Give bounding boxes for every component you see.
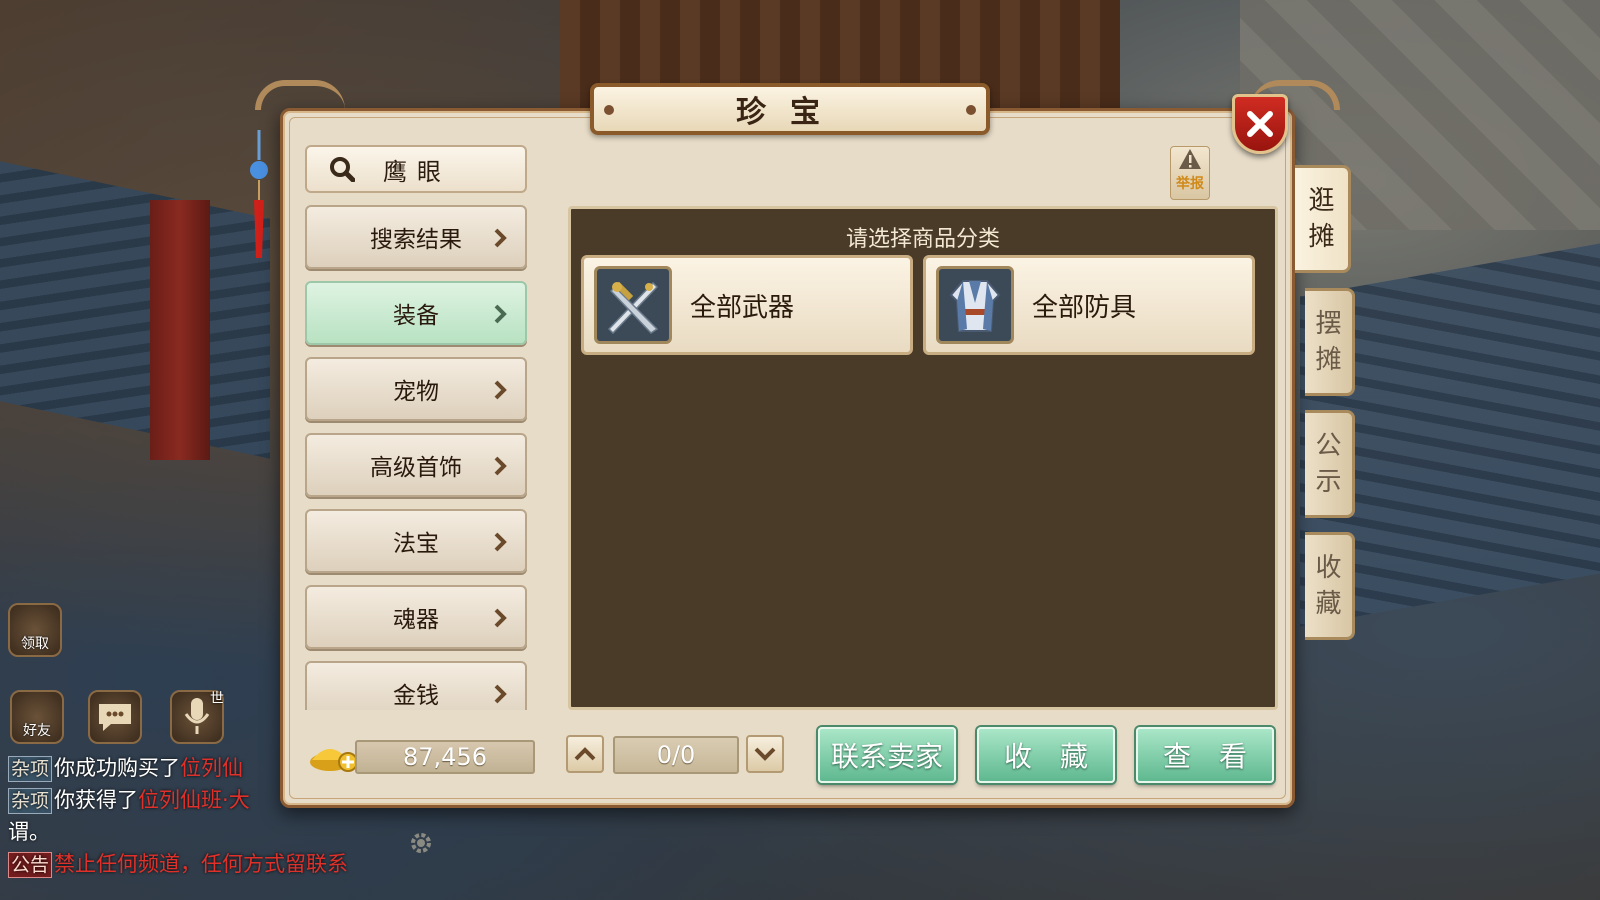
chevron-right-icon [494,532,507,552]
chevron-right-icon [494,684,507,704]
window-title-plate: 珍宝 [590,83,990,135]
corner-ornament-left [255,80,345,110]
armor-robe-icon [949,280,1001,332]
voice-world-button[interactable]: 世 [170,690,224,744]
category-label: 装备 [393,303,439,329]
category-label: 高级首饰 [370,455,462,481]
chat-line: 杂项 你获得了位列仙班·大 [8,784,298,816]
item-category-panel: 请选择商品分类 全部武器 全部防具 [568,206,1278,710]
category-pets[interactable]: 宠物 [305,357,527,421]
window-title: 珍宝 [736,95,844,130]
chat-text: 你获得了 [54,788,139,812]
page-up-button[interactable] [566,735,604,773]
view-button[interactable]: 查 看 [1136,727,1274,783]
category-label: 宠物 [393,379,439,405]
category-card-weapons[interactable]: 全部武器 [581,255,913,355]
chevron-up-icon [574,747,596,761]
microphone-icon [184,698,210,734]
tab-label-char: 示 [1315,467,1342,497]
tab-label-char: 摊 [1315,345,1342,375]
world-channel-label: 世 [210,691,224,707]
chevron-right-icon [494,608,507,628]
tab-browse-stalls[interactable]: 逛 摊 [1295,165,1351,273]
search-button-label: 鹰眼 [383,157,451,186]
chat-log: 杂项 你成功购买了位列仙 杂项 你获得了位列仙班·大 谓。 公告 禁止任何频道，任何方… [8,752,348,880]
claim-chest-button[interactable]: 领取 [8,603,62,657]
chevron-right-icon [494,456,507,476]
chat-bubble-icon [99,704,131,731]
chevron-right-icon [494,380,507,400]
title-rivet-right [966,105,976,115]
favorite-button[interactable]: 收 藏 [977,727,1115,783]
background-pillar [150,200,210,460]
page-down-button[interactable] [746,735,784,773]
hanging-ornament-icon [250,130,268,258]
tab-label-char: 摊 [1308,222,1335,252]
armor-thumbnail [936,266,1014,344]
page-indicator: 0/0 [613,736,739,774]
category-artifacts[interactable]: 法宝 [305,509,527,573]
category-label: 魂器 [393,607,439,633]
chat-channel-tag: 公告 [8,852,53,878]
report-label: 举报 [1176,176,1204,192]
gold-amount: 87,456 [355,740,535,774]
tab-label-char: 收 [1315,553,1342,583]
close-button[interactable] [1232,94,1288,154]
chat-item-link[interactable]: 位列仙班·大 [138,788,250,812]
category-equipment[interactable]: 装备 [305,281,527,345]
contact-seller-button[interactable]: 联系卖家 [818,727,956,783]
chat-channel-tag: 杂项 [8,788,53,814]
category-card-label: 全部防具 [1032,292,1137,323]
eagle-eye-search-button[interactable]: 鹰眼 [305,145,527,193]
tab-public-notice[interactable]: 公 示 [1305,410,1355,518]
chat-item-link[interactable]: 位列仙 [180,756,243,780]
category-label: 搜索结果 [370,227,462,253]
category-prompt: 请选择商品分类 [845,227,1000,252]
chat-channel-tag: 杂项 [8,756,53,782]
tab-label-char: 公 [1315,431,1342,461]
chat-announcement: 禁止任何频道，任何方式留联系 [54,852,349,876]
background-roof-left [0,161,270,459]
chevron-right-icon [494,304,507,324]
category-label: 法宝 [393,531,439,557]
warning-icon [1179,149,1201,169]
tab-favorites[interactable]: 收 藏 [1305,532,1355,640]
category-soul-items[interactable]: 魂器 [305,585,527,649]
title-rivet-left [604,105,614,115]
tab-label-char: 摆 [1315,309,1342,339]
weapon-thumbnail [594,266,672,344]
category-card-armor[interactable]: 全部防具 [923,255,1255,355]
category-sidebar: 鹰眼 搜索结果 装备 宠物 高级首饰 法宝 魂器 金钱 [305,145,527,710]
claim-label: 领取 [21,636,49,652]
chat-settings-gear-icon[interactable] [408,830,434,856]
chat-line: 公告 禁止任何频道，任何方式留联系 [8,848,408,880]
tab-label-char: 逛 [1308,186,1335,216]
chat-text: 谓。 [8,820,50,844]
category-search-results[interactable]: 搜索结果 [305,205,527,269]
category-label: 金钱 [393,683,439,709]
chat-bubble-button[interactable] [88,690,142,744]
chat-line: 杂项 你成功购买了位列仙 [8,752,298,784]
report-button[interactable]: 举报 [1170,146,1210,200]
friends-button[interactable]: 好友 [10,690,64,744]
search-icon [330,157,355,182]
tab-label-char: 藏 [1315,589,1342,619]
chevron-right-icon [494,228,507,248]
friends-label: 好友 [23,723,51,739]
tab-set-up-stall[interactable]: 摆 摊 [1305,288,1355,396]
chat-text: 你成功购买了 [54,756,181,780]
category-card-label: 全部武器 [690,292,795,323]
category-money[interactable]: 金钱 [305,661,527,710]
chat-line: 谓。 [8,816,298,848]
category-jewelry[interactable]: 高级首饰 [305,433,527,497]
crossed-swords-icon [607,281,659,335]
chevron-down-icon [754,747,776,761]
close-icon [1247,111,1273,137]
gold-ingot-icon [310,749,358,772]
